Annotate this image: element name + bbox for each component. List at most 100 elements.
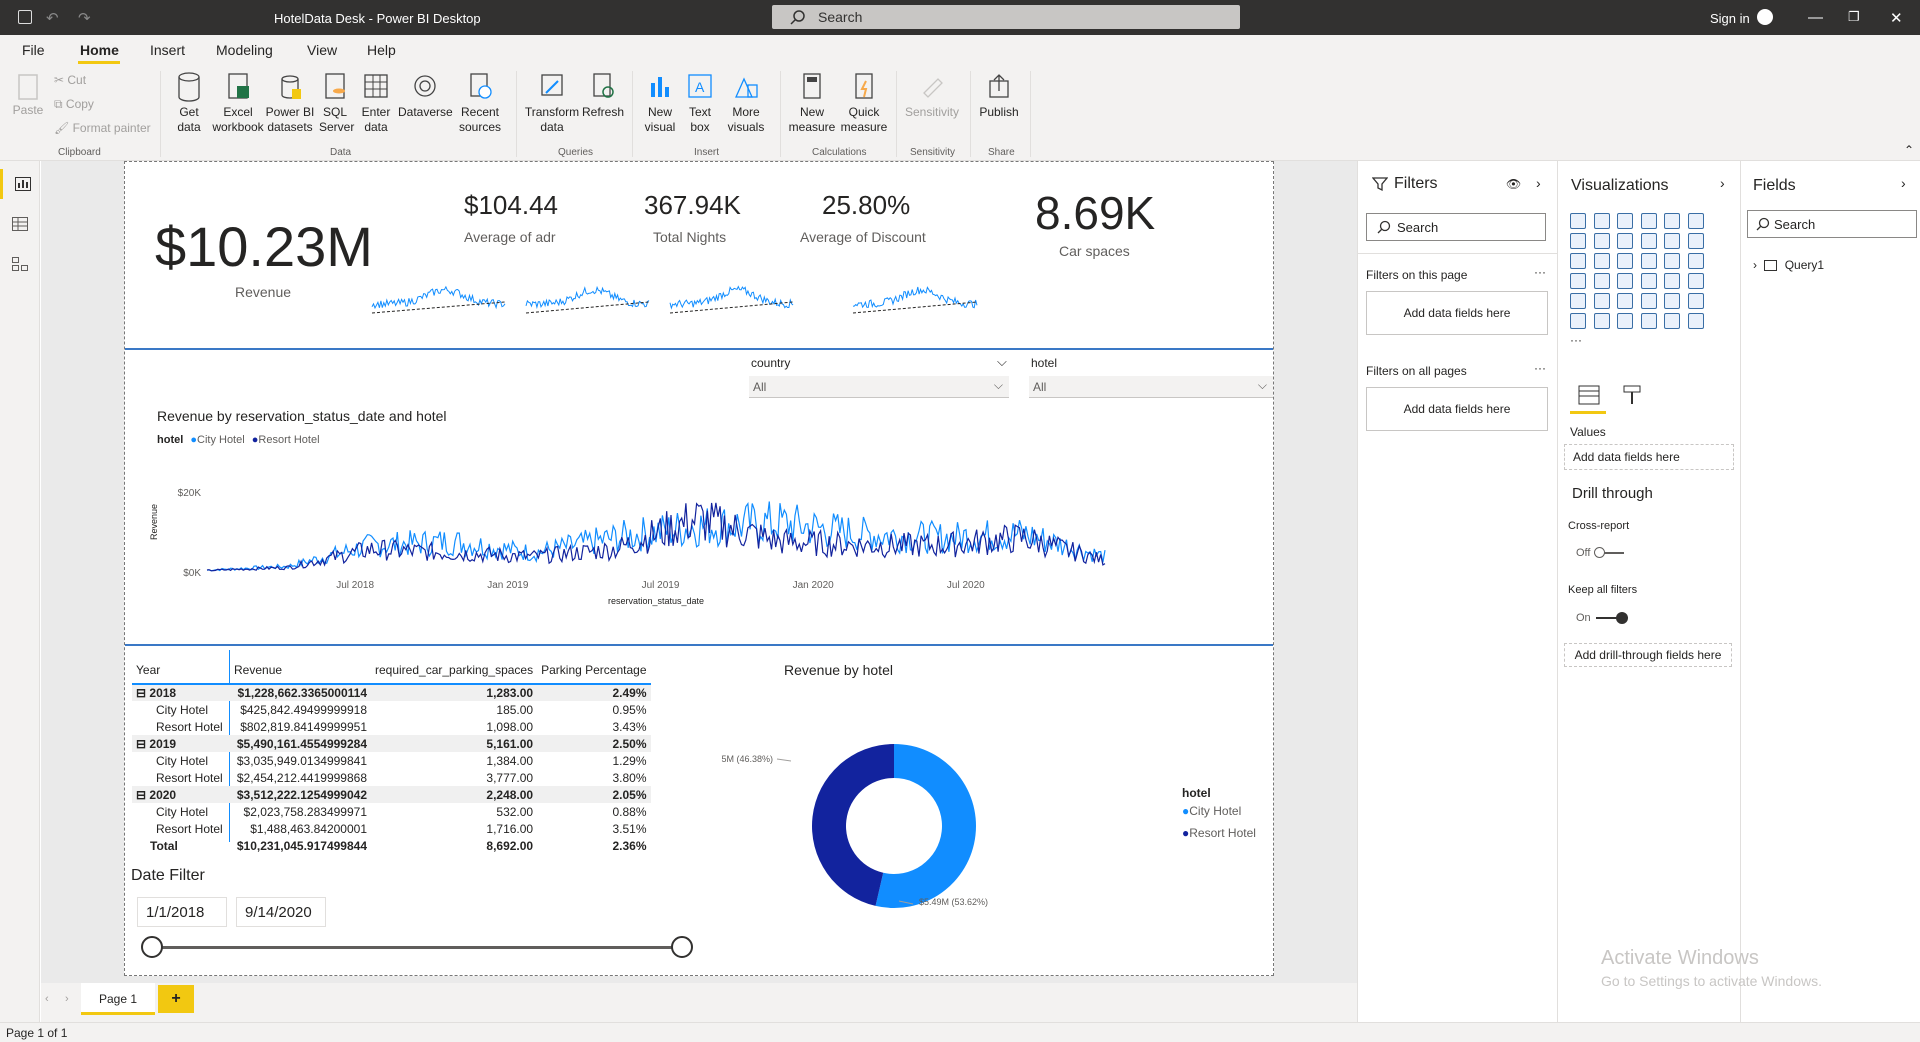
- search-input[interactable]: Search: [772, 5, 1240, 29]
- transform-data-button[interactable]: Transform data: [524, 71, 580, 135]
- table-row[interactable]: City Hotel $425,842.49499999918 185.00 0.95…: [132, 701, 651, 718]
- 100-column-visual-icon[interactable]: [1687, 213, 1704, 229]
- sign-in-button[interactable]: Sign in: [1710, 11, 1750, 26]
- sensitivity-button[interactable]: Sensitivity: [902, 71, 962, 120]
- multi-row-card-visual-icon[interactable]: [1664, 273, 1680, 289]
- ribbon-visual-icon[interactable]: [1687, 233, 1704, 249]
- fields-search-input[interactable]: Search: [1747, 210, 1917, 238]
- smart-narrative-visual-icon[interactable]: [1617, 313, 1633, 329]
- matrix-visual-icon[interactable]: [1617, 293, 1633, 309]
- collapse-viz-icon[interactable]: ›: [1720, 175, 1725, 191]
- fields-well-icon[interactable]: [1578, 385, 1600, 405]
- eye-icon[interactable]: 👁: [1506, 177, 1521, 191]
- treemap-visual-icon[interactable]: [1687, 253, 1704, 269]
- table-row[interactable]: Resort Hotel $802,819.84149999951 1,098.00…: [132, 718, 651, 735]
- card-visual-icon[interactable]: [1640, 273, 1657, 289]
- excel-workbook-button[interactable]: Excel workbook: [210, 71, 266, 135]
- menu-file[interactable]: File: [22, 42, 45, 58]
- menu-view[interactable]: View: [307, 42, 337, 58]
- more-visuals-button[interactable]: More visuals: [722, 71, 770, 135]
- cut-button[interactable]: ✂ Cut: [54, 73, 86, 88]
- stacked-area-visual-icon[interactable]: [1617, 233, 1633, 249]
- power-bi-datasets-button[interactable]: Power BI datasets: [264, 71, 316, 135]
- legend-city[interactable]: City Hotel: [197, 434, 245, 446]
- hotel-slicer-dropdown[interactable]: All ⌵: [1029, 376, 1273, 398]
- pie-visual-icon[interactable]: [1640, 253, 1657, 269]
- date-start-input[interactable]: 1/1/2018: [137, 897, 227, 927]
- menu-home[interactable]: Home: [80, 42, 119, 58]
- qa-visual-icon[interactable]: [1593, 313, 1610, 329]
- collapse-fields-icon[interactable]: ›: [1901, 175, 1906, 191]
- revenue-donut-chart[interactable]: $5.49M (53.62%) $4.75M (46.38%): [721, 701, 1081, 981]
- collapse-row-icon[interactable]: ⊟: [136, 686, 149, 700]
- report-view-button[interactable]: [0, 169, 40, 199]
- more-options-icon[interactable]: ···: [1534, 361, 1546, 375]
- refresh-button[interactable]: Refresh: [582, 71, 624, 120]
- prev-page-icon[interactable]: ‹: [45, 993, 49, 1005]
- undo-icon[interactable]: ↶: [46, 9, 59, 27]
- menu-help[interactable]: Help: [367, 42, 396, 58]
- power-automate-visual-icon[interactable]: [1687, 313, 1704, 329]
- table-row[interactable]: City Hotel $2,023,758.283499971 532.00 0.88…: [132, 803, 651, 820]
- new-measure-button[interactable]: New measure: [786, 71, 838, 135]
- country-collapse-icon[interactable]: ⌵: [997, 354, 1007, 370]
- table-row[interactable]: ⊟ 2019 $5,490,161.4554999284 5,161.00 2.50%: [132, 735, 651, 752]
- field-table-query1[interactable]: › Query1: [1753, 258, 1824, 272]
- header-parking-pct[interactable]: Parking Percentage: [537, 656, 651, 685]
- filters-all-pages-drop[interactable]: Add data fields here: [1366, 387, 1548, 431]
- close-button[interactable]: ✕: [1890, 9, 1903, 27]
- revenue-line-chart[interactable]: $20K $0K Revenue Jul 2018 Jan 2019 Jul 2019 Ja…: [145, 452, 1255, 612]
- header-parking[interactable]: required_car_parking_spaces: [371, 656, 538, 685]
- table-row[interactable]: City Hotel $3,035,949.0134999841 1,384.00 1…: [132, 752, 651, 769]
- format-paint-icon[interactable]: [1622, 385, 1642, 405]
- stacked-column-visual-icon[interactable]: [1593, 213, 1610, 229]
- date-slider-end-handle[interactable]: [671, 936, 693, 958]
- table-row[interactable]: ⊟ 2018 $1,228,662.3365000114 1,283.00 2.49%: [132, 684, 651, 701]
- publish-button[interactable]: Publish: [976, 71, 1022, 120]
- gauge-visual-icon[interactable]: [1617, 273, 1633, 289]
- table-row[interactable]: Resort Hotel $2,454,212.4419999868 3,777.0…: [132, 769, 651, 786]
- line-visual-icon[interactable]: [1570, 233, 1586, 249]
- filters-this-page-drop[interactable]: Add data fields here: [1366, 291, 1548, 335]
- next-page-icon[interactable]: ›: [65, 993, 69, 1005]
- collapse-ribbon-icon[interactable]: ⌃: [1904, 143, 1914, 157]
- values-drop[interactable]: Add data fields here: [1564, 444, 1734, 470]
- filters-search-input[interactable]: Search: [1366, 213, 1546, 241]
- funnel-visual-icon[interactable]: [1593, 253, 1610, 269]
- table-row[interactable]: ⊟ 2020 $3,512,222.1254999042 2,248.00 2.05%: [132, 786, 651, 803]
- filled-map-visual-icon[interactable]: [1593, 273, 1610, 289]
- menu-modeling[interactable]: Modeling: [216, 42, 273, 58]
- kpi-visual-icon[interactable]: [1687, 273, 1704, 289]
- power-apps-visual-icon[interactable]: [1664, 313, 1680, 329]
- save-icon[interactable]: [18, 10, 32, 24]
- recent-sources-button[interactable]: Recent sources: [454, 71, 506, 135]
- get-data-button[interactable]: Get data: [166, 71, 212, 135]
- redo-icon[interactable]: ↷: [78, 9, 91, 27]
- text-box-button[interactable]: A Text box: [682, 71, 718, 135]
- keep-filters-toggle[interactable]: On: [1576, 612, 1628, 625]
- line-stacked-visual-icon[interactable]: [1664, 233, 1680, 249]
- key-influencers-visual-icon[interactable]: [1687, 293, 1704, 309]
- more-options-icon[interactable]: ···: [1534, 265, 1546, 279]
- sql-server-button[interactable]: SQL Server: [318, 71, 354, 135]
- slicer-visual-icon[interactable]: [1570, 293, 1586, 309]
- area-visual-icon[interactable]: [1593, 233, 1610, 249]
- date-slider-track[interactable]: [153, 946, 683, 949]
- cross-report-toggle[interactable]: Off: [1576, 547, 1624, 559]
- date-slider-start-handle[interactable]: [141, 936, 163, 958]
- map-visual-icon[interactable]: [1570, 273, 1586, 289]
- add-page-button[interactable]: +: [158, 985, 194, 1013]
- data-view-button[interactable]: [0, 209, 40, 239]
- legend-resort[interactable]: Resort Hotel: [258, 434, 319, 446]
- python-visual-visual-icon[interactable]: [1664, 293, 1680, 309]
- clustered-bar-visual-icon[interactable]: [1617, 213, 1633, 229]
- table-row[interactable]: Resort Hotel $1,488,463.84200001 1,716.00 3…: [132, 820, 651, 837]
- paginated-visual-icon[interactable]: [1640, 313, 1657, 329]
- menu-insert[interactable]: Insert: [150, 42, 185, 58]
- 100-bar-visual-icon[interactable]: [1664, 213, 1680, 229]
- r-visual-visual-icon[interactable]: [1640, 293, 1657, 309]
- waterfall-visual-icon[interactable]: [1570, 253, 1586, 269]
- table-visual-icon[interactable]: [1593, 293, 1610, 309]
- model-view-button[interactable]: [0, 249, 40, 279]
- scatter-visual-icon[interactable]: [1617, 253, 1633, 269]
